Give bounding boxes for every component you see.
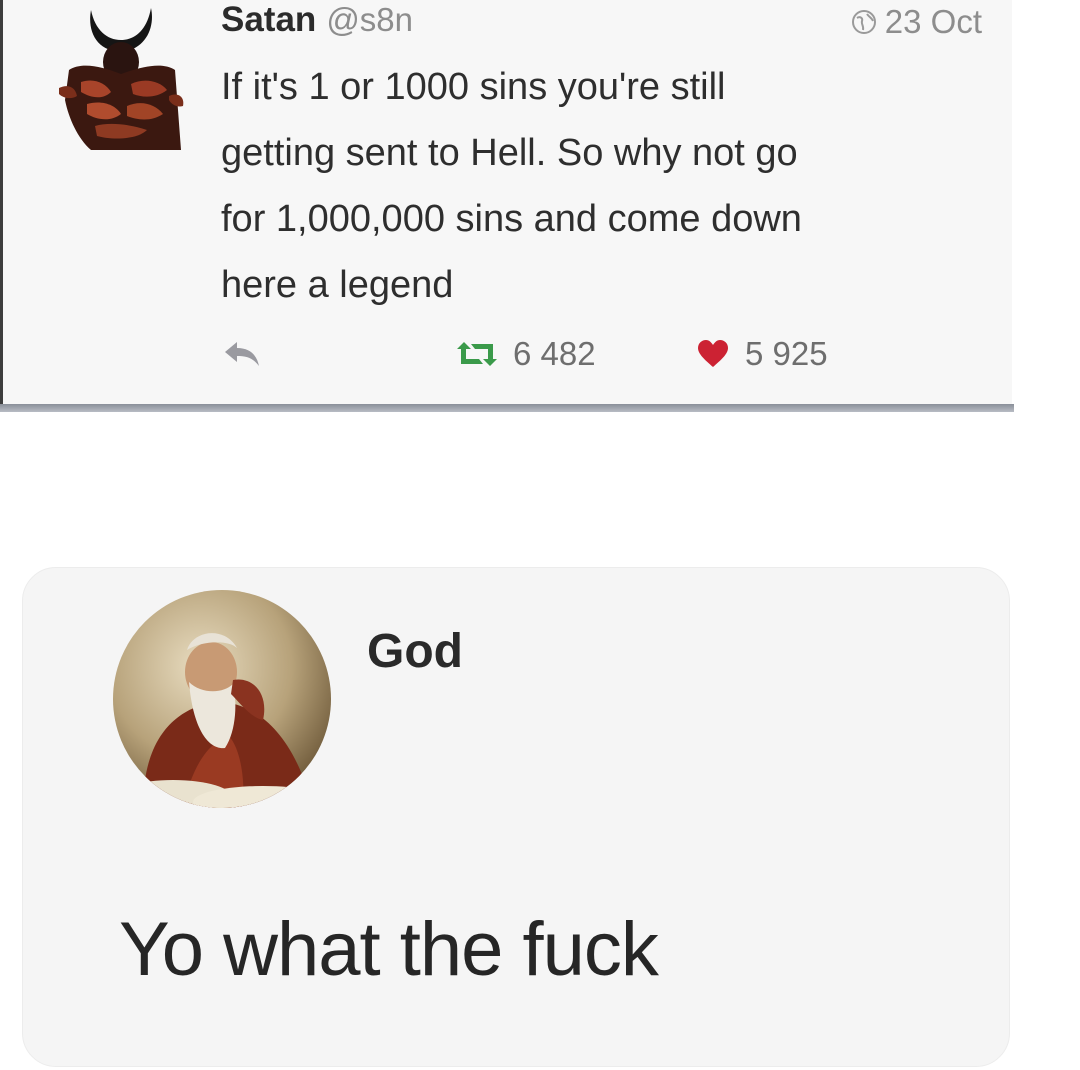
reply-icon[interactable] [221, 338, 265, 370]
tweet-header: Satan @s8n [221, 0, 413, 44]
god-avatar-icon[interactable] [113, 590, 331, 808]
tweet-author-handle[interactable]: @s8n [326, 1, 413, 39]
tweet-actions: 6 482 5 925 [221, 330, 921, 378]
tweet-card: Satan @s8n 23 Oct If it's 1 or 1000 sins… [0, 0, 1012, 410]
meme-page: Satan @s8n 23 Oct If it's 1 or 1000 sins… [0, 0, 1080, 1070]
tweet-timestamp[interactable]: 23 Oct [851, 0, 982, 44]
devil-avatar-icon[interactable] [51, 0, 191, 160]
tweet-date: 23 Oct [884, 3, 982, 40]
tweet-author-name[interactable]: Satan [221, 0, 316, 40]
tweet-text: If it's 1 or 1000 sins you're still gett… [221, 66, 802, 306]
retweet-count: 6 482 [513, 335, 596, 372]
reply-card: God Yo what the fuck [22, 567, 1010, 1067]
tweet-divider [0, 404, 1014, 412]
globe-icon [851, 10, 876, 34]
heart-icon [698, 340, 728, 367]
reply-author-name[interactable]: God [367, 624, 463, 679]
reply-message: Yo what the fuck [119, 907, 659, 992]
retweet-button[interactable]: 6 482 [453, 330, 596, 378]
retweet-icon [457, 342, 497, 366]
like-count: 5 925 [745, 335, 828, 372]
like-button[interactable]: 5 925 [697, 330, 828, 378]
